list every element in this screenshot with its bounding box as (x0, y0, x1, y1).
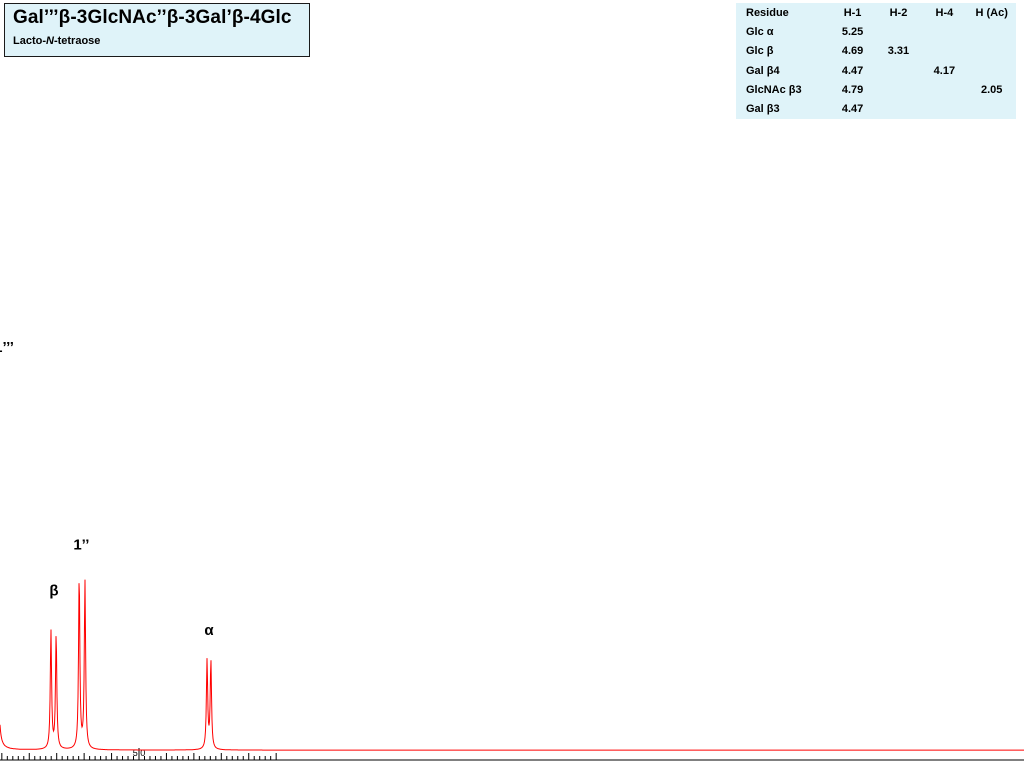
header-h4: H-4 (935, 6, 954, 19)
residue-cell: Gal β3 (746, 103, 780, 116)
shift-cell: 4.47 (841, 103, 864, 116)
table-row: Gal β3 4.47 (736, 99, 1016, 118)
table-row: GlcNAc β3 4.79 2.05 (736, 80, 1016, 99)
shift-cell: 4.17 (933, 64, 956, 77)
chemical-shift-table: Residue H-1 H-2 H-4 H (Ac) Glc α 5.25 Gl… (736, 3, 1016, 119)
chart-subtitle: Lacto-N-tetraose (13, 35, 301, 47)
title-box: Gal’’’β-3GlcNAc’’β-3Gal’β-4Glc Lacto-N-t… (4, 3, 310, 57)
shift-cell (967, 22, 1016, 41)
shift-cell: 4.79 (841, 83, 864, 96)
shift-cell (876, 99, 922, 118)
table-header-row: Residue H-1 H-2 H-4 H (Ac) (736, 3, 1016, 22)
peak-label: β (49, 583, 58, 600)
peak-label: 1’, 1’’’ (0, 339, 14, 356)
shift-cell (921, 42, 967, 61)
shift-cell: 3.31 (887, 45, 910, 58)
table-row: Glc α 5.25 (736, 22, 1016, 41)
shift-cell (921, 80, 967, 99)
shift-cell (876, 80, 922, 99)
header-h1: H-1 (843, 6, 862, 19)
shift-cell (967, 42, 1016, 61)
table-row: Gal β4 4.47 4.17 (736, 61, 1016, 80)
shift-cell: 5.25 (841, 25, 864, 38)
shift-cell (921, 22, 967, 41)
shift-cell: 4.47 (841, 64, 864, 77)
shift-cell: 4.69 (841, 45, 864, 58)
residue-cell: GlcNAc β3 (746, 83, 802, 96)
peak-label: 1’’ (73, 536, 89, 553)
spectrum-trace (0, 579, 1024, 751)
shift-cell (876, 22, 922, 41)
shift-cell (921, 99, 967, 118)
header-hac: H (Ac) (975, 6, 1008, 19)
header-residue: Residue (746, 6, 789, 19)
residue-cell: Gal β4 (746, 64, 780, 77)
shift-cell (876, 61, 922, 80)
shift-cell (967, 61, 1016, 80)
chart-title: Gal’’’β-3GlcNAc’’β-3Gal’β-4Glc (13, 7, 292, 28)
spectrum-trace-group (0, 579, 1024, 751)
header-h2: H-2 (889, 6, 908, 19)
peak-label-group: α1’’β1’, 1’’’4’2βAc (0, 339, 214, 639)
residue-cell: Glc α (746, 25, 774, 38)
subtitle-italic: N (46, 35, 54, 47)
table-row: Glc β 4.69 3.31 (736, 42, 1016, 61)
subtitle-suffix: -tetraose (53, 35, 101, 47)
subtitle-prefix: Lacto- (13, 35, 46, 47)
shift-cell: 2.05 (980, 83, 1003, 96)
residue-cell: Glc β (746, 45, 774, 58)
shift-cell (967, 99, 1016, 118)
peak-label: α (204, 622, 214, 639)
